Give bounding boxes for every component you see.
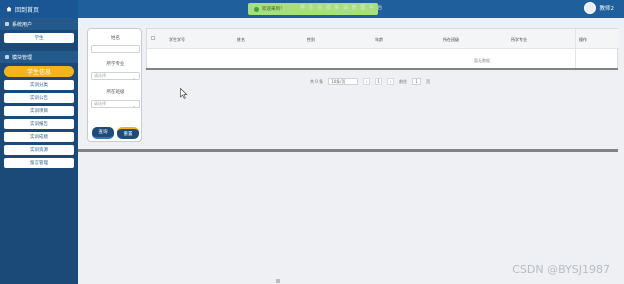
- chevron-down-icon: ⌄: [132, 75, 136, 80]
- column-header: 操作: [579, 37, 587, 42]
- user-icon: [5, 22, 9, 26]
- user-menu[interactable]: 教师2: [583, 2, 615, 14]
- chevron-down-icon: ⌄: [132, 103, 136, 108]
- class-label: 所在班级: [106, 90, 125, 95]
- filter-panel: 姓名 所学专业 请选择 ⌄ 所在班级 请选择 ⌄ 查询 重置: [87, 28, 142, 142]
- table-header: 学生学号 姓名 性别 年龄 所在班级 所学专业 操作: [147, 29, 619, 49]
- scroll-indicator: [276, 279, 280, 283]
- major-select-placeholder: 请选择: [94, 73, 106, 78]
- grid-icon: [5, 55, 9, 59]
- column-header[interactable]: 年龄: [375, 37, 383, 43]
- column-divider: [575, 29, 576, 71]
- sidebar: 系统用户 学生 模块管理 学生信息 实训分类 实训公告 实训项目 实训报告 实训…: [0, 18, 78, 284]
- next-page-button[interactable]: ›: [387, 78, 395, 85]
- column-header[interactable]: 学生学号: [169, 37, 185, 43]
- select-all-checkbox[interactable]: [151, 36, 155, 40]
- home-icon: [6, 6, 12, 12]
- pagination: 共 0 条 10条/页 ‹ 1 › 前往 1 页: [310, 78, 430, 85]
- sidebar-item-training-resource[interactable]: 实训资源: [4, 145, 74, 155]
- sidebar-item-student[interactable]: 学生: [4, 33, 74, 43]
- empty-text: 暂无数据: [474, 58, 490, 63]
- success-icon: [254, 6, 259, 12]
- home-link[interactable]: 回到首页: [0, 0, 78, 18]
- column-header[interactable]: 所在班级: [443, 37, 459, 43]
- goto-page-input[interactable]: 1: [412, 78, 422, 85]
- sidebar-item-student-info[interactable]: 学生信息: [4, 66, 74, 77]
- name-label: 姓名: [111, 36, 120, 41]
- avatar[interactable]: [583, 2, 596, 14]
- major-label: 所学专业: [106, 62, 125, 67]
- class-select[interactable]: 请选择 ⌄: [91, 100, 140, 108]
- reset-button[interactable]: 重置: [117, 127, 139, 139]
- user-name: 教师2: [599, 6, 615, 12]
- table-scrollbar[interactable]: [146, 68, 618, 70]
- page-suffix: 页: [426, 78, 431, 84]
- sidebar-section-system-users[interactable]: 系统用户: [0, 18, 78, 30]
- home-link-label: 回到首页: [15, 6, 40, 14]
- sidebar-item-training-project[interactable]: 实训项目: [4, 106, 74, 116]
- query-button[interactable]: 查询: [92, 127, 114, 139]
- major-select[interactable]: 请选择 ⌄: [91, 72, 140, 80]
- student-table: 学生学号 姓名 性别 年龄 所在班级 所学专业 操作 暂无数据: [146, 28, 619, 71]
- watermark: CSDN @BYSJ1987: [512, 263, 610, 276]
- sidebar-item-training-score[interactable]: 实训成绩: [4, 132, 74, 142]
- sidebar-section-modules[interactable]: 模块管理: [0, 51, 78, 63]
- name-input[interactable]: [91, 45, 140, 53]
- column-header[interactable]: 性别: [307, 37, 315, 43]
- notice-text: 欢迎来到！: [262, 7, 285, 12]
- page-number-button[interactable]: 1: [375, 78, 383, 85]
- sidebar-item-training-category[interactable]: 实训分类: [4, 80, 74, 90]
- sidebar-item-training-report[interactable]: 实训报告: [4, 119, 74, 129]
- top-bar: 回到首页 欢迎来到！ 学 生 在 线 实 训 管 理 平 台 教师2: [0, 0, 624, 18]
- sidebar-item-message[interactable]: 留言管理: [4, 158, 74, 168]
- goto-label: 前往: [399, 78, 408, 84]
- horizontal-scrollbar[interactable]: [78, 149, 618, 152]
- mouse-cursor-icon: [180, 88, 188, 99]
- column-header[interactable]: 姓名: [237, 37, 245, 43]
- class-select-placeholder: 请选择: [94, 101, 106, 106]
- total-count: 共 0 条: [310, 78, 324, 84]
- prev-page-button[interactable]: ‹: [363, 78, 371, 85]
- sidebar-section-title: 模块管理: [12, 54, 33, 61]
- system-title: 学 生 在 线 实 训 管 理 平 台: [300, 5, 384, 11]
- sidebar-section-title: 系统用户: [12, 21, 33, 28]
- column-header[interactable]: 所学专业: [511, 37, 527, 43]
- page-size-select[interactable]: 10条/页: [328, 78, 359, 85]
- sidebar-item-training-notice[interactable]: 实训公告: [4, 93, 74, 103]
